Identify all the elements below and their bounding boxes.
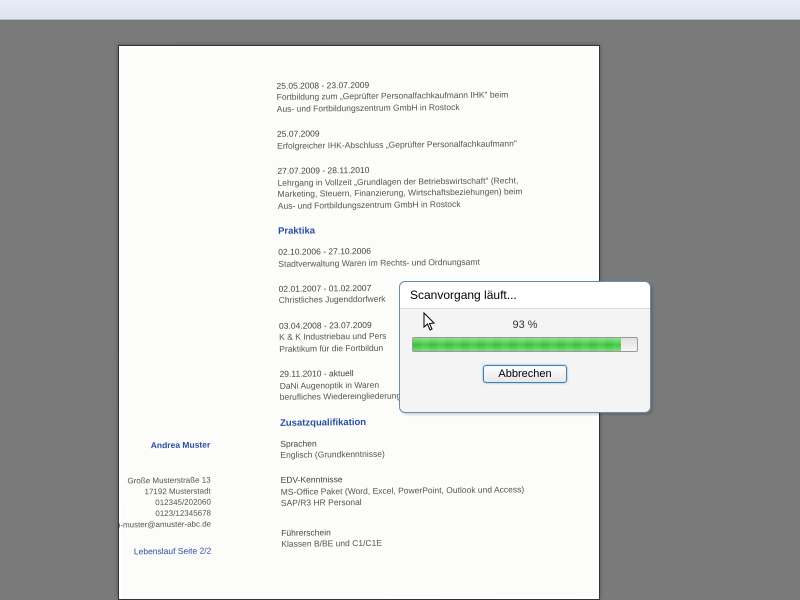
doc-entry: Führerschein Klassen B/BE und C1/C1E [281,525,541,551]
entry-line: Aus- und Fortbildungszentrum GmbH in Ros… [277,101,537,115]
entry-line: Erfolgreicher IHK-Abschluss „Geprüfter P… [277,138,537,152]
scan-progress-dialog: Scanvorgang läuft... 93 % Abbrechen [399,281,651,413]
left-name-label: Andrea Muster [118,439,210,452]
progress-fill [413,338,621,351]
page-footer-label: Lebenslauf Seite 2/2 [118,546,211,559]
progress-bar [412,337,638,352]
dialog-body: 93 % Abbrechen [400,309,650,393]
app-header-bar [0,0,800,20]
doc-entry: EDV-Kenntnisse MS-Office Paket (Word, Ex… [281,473,541,510]
doc-entry: 25.05.2008 - 23.07.2009 Fortbildung zum … [276,78,536,115]
doc-entry: 25.07.2009 Erfolgreicher IHK-Abschluss „… [277,127,537,153]
section-heading-praktika: Praktika [278,223,538,239]
progress-percent-label: 93 % [412,319,638,331]
entry-line: Stadtverwaltung Waren im Rechts- und Ord… [278,256,538,270]
address-line: an-muster@amuster-abc.de [118,520,211,532]
doc-entry: 27.07.2009 - 28.11.2010 Lehrgang in Voll… [277,163,537,212]
doc-entry: 02.10.2006 - 27.10.2006 Stadtverwaltung … [278,244,538,270]
entry-line: Klassen B/BE und C1/C1E [281,536,541,550]
section-heading-zusatz: Zusatzqualifikation [280,415,540,431]
cancel-button[interactable]: Abbrechen [483,365,566,383]
entry-line: SAP/R3 HR Personal [281,496,541,510]
entry-line: Englisch (Grundkenntnisse) [280,447,540,461]
dialog-title: Scanvorgang läuft... [400,282,650,309]
entry-line: Aus- und Fortbildungszentrum GmbH in Ros… [278,198,538,212]
doc-entry: Sprachen Englisch (Grundkenntnisse) [280,436,540,462]
